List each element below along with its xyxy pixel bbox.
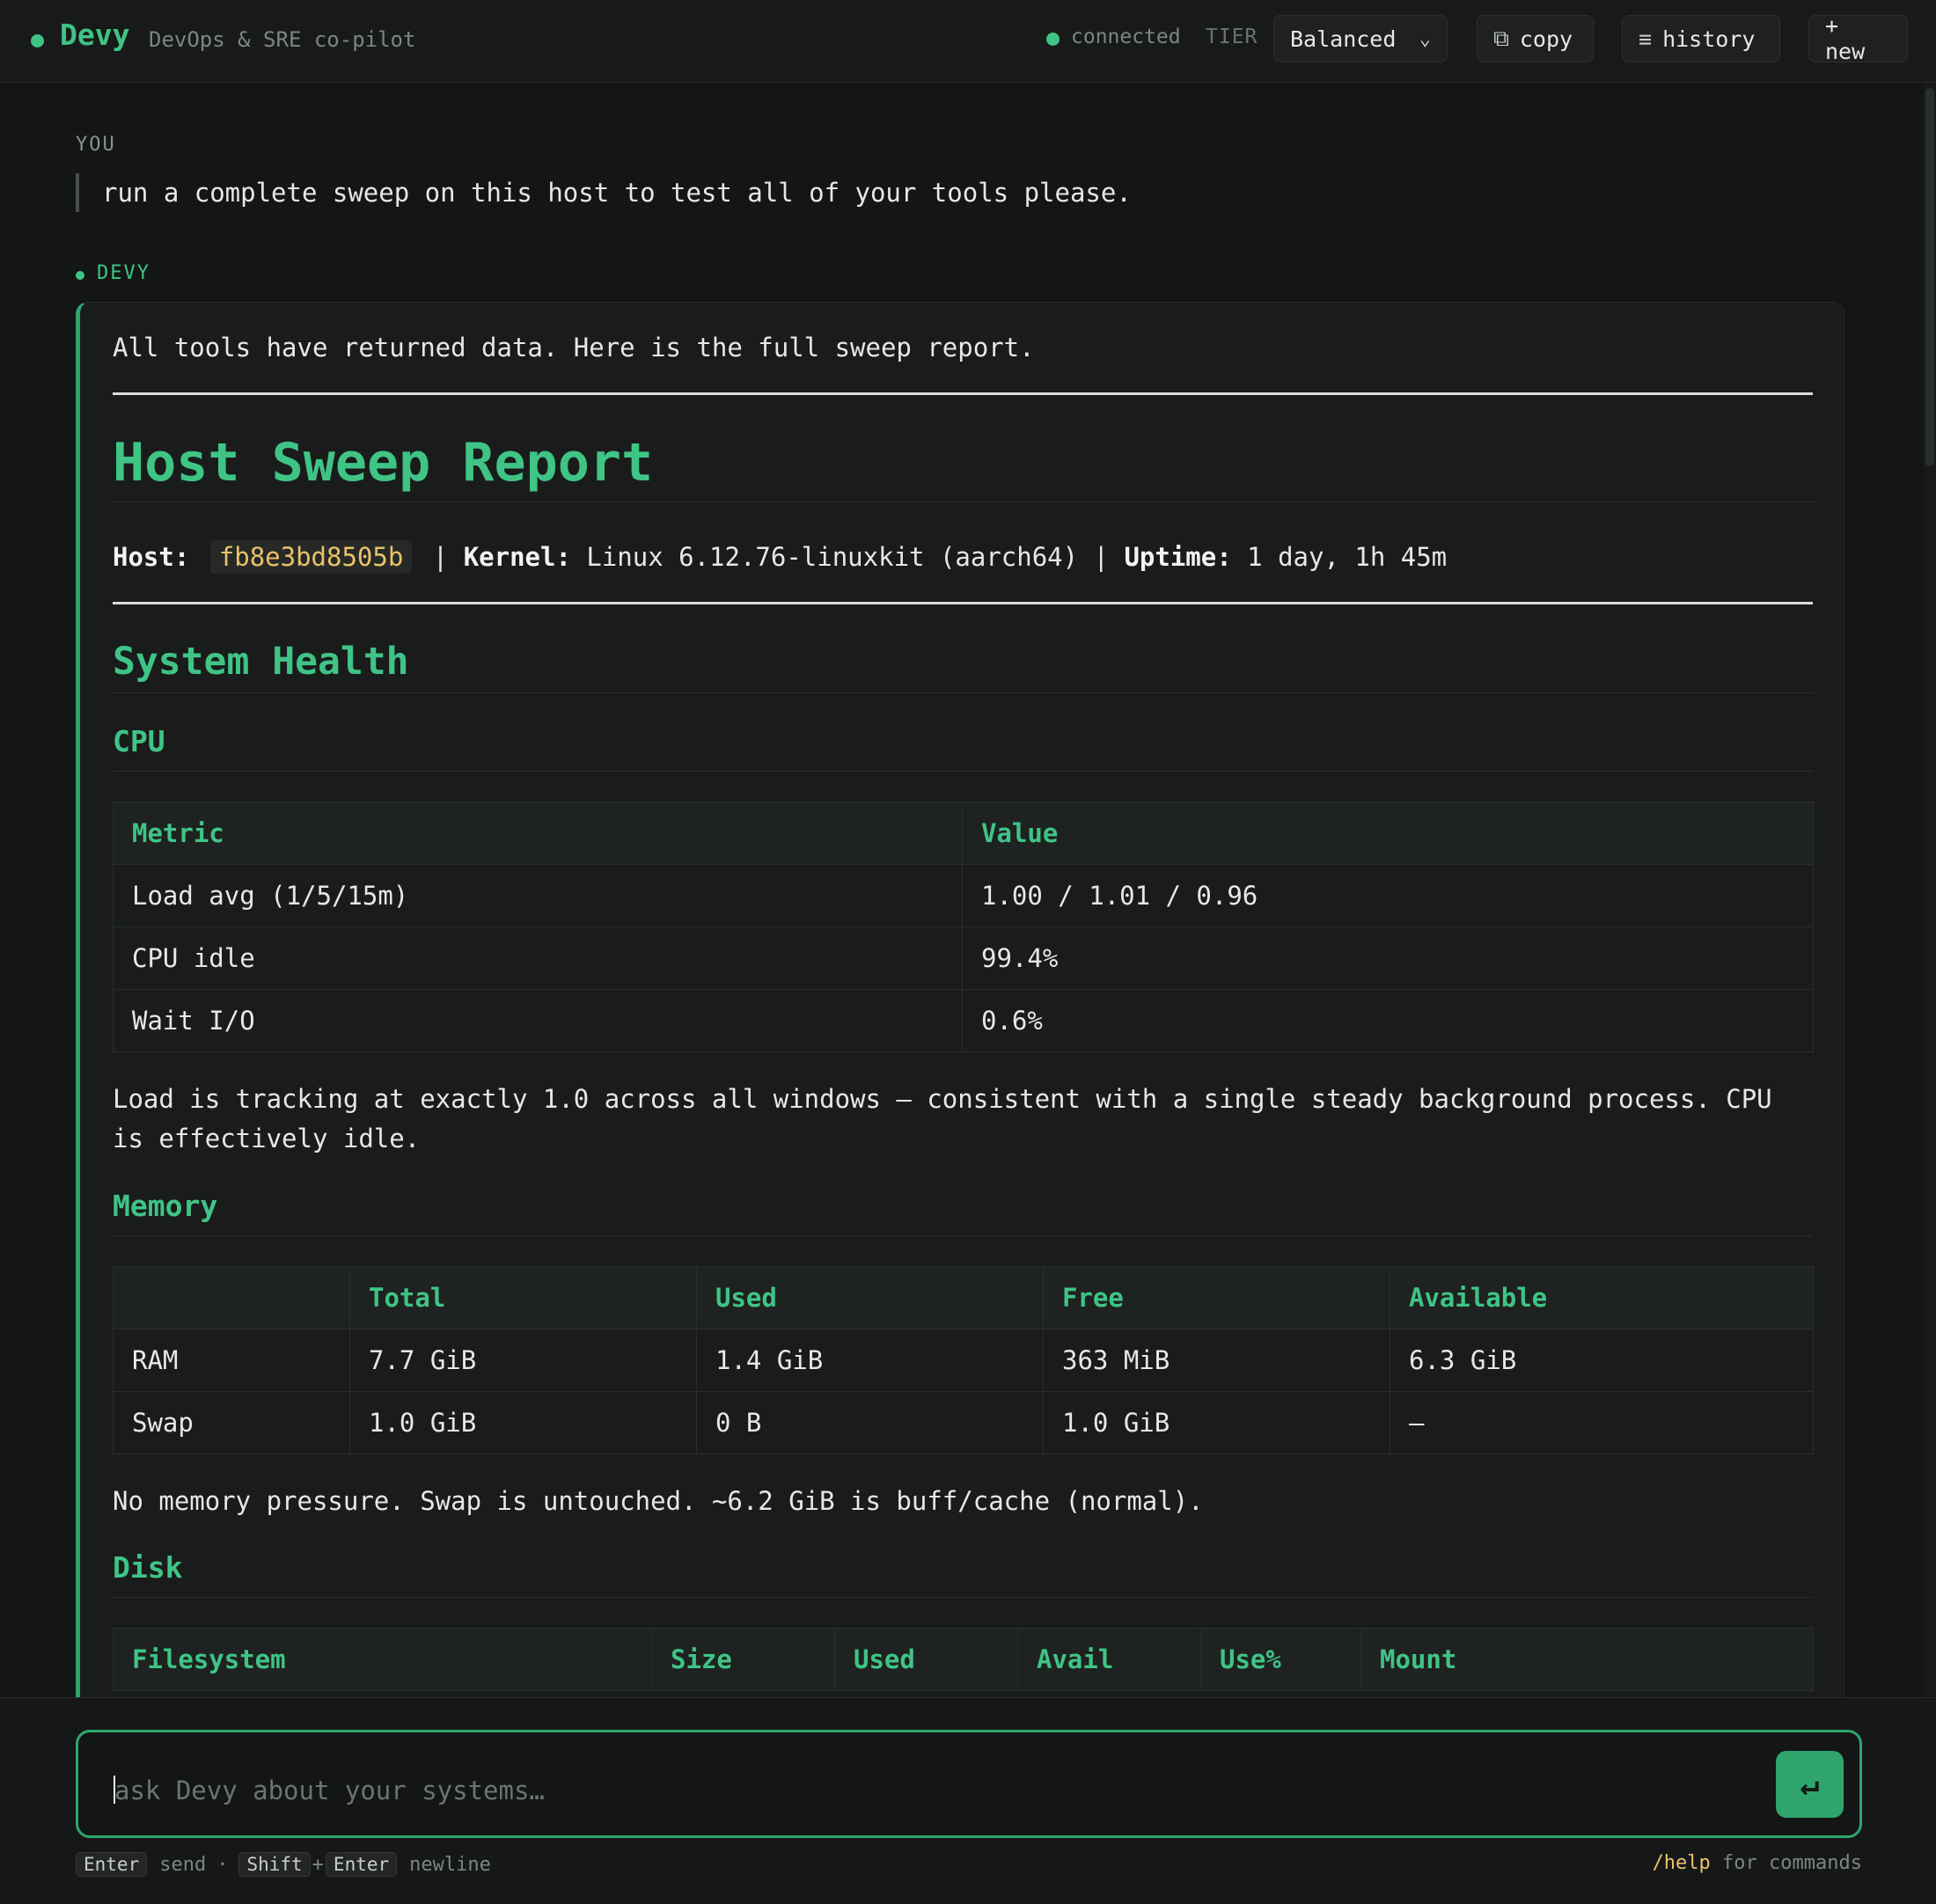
divider <box>113 392 1813 395</box>
table-header-cell: Available <box>1390 1266 1814 1329</box>
hint-newline: newline <box>409 1853 491 1876</box>
help-command[interactable]: /help <box>1653 1852 1711 1874</box>
table-cell: 1.0 GiB <box>1043 1391 1390 1454</box>
table-cell: 1.0 GiB <box>349 1391 697 1454</box>
table-cell: — <box>1390 1391 1814 1454</box>
report-title: Host Sweep Report <box>113 432 654 494</box>
table-row: Wait I/O 0.6% <box>113 989 1814 1052</box>
kernel-label: Kernel: <box>463 542 571 572</box>
uptime-value: 1 day, 1h 45m <box>1247 542 1448 572</box>
message-viewport: All tools have returned data. Here is th… <box>0 0 1936 1697</box>
table-header-cell: Avail <box>1017 1628 1201 1691</box>
heading-underline <box>113 771 1813 772</box>
cpu-note: Load is tracking at exactly 1.0 across a… <box>113 1084 1772 1153</box>
table-header-cell: Used <box>834 1628 1018 1691</box>
table-row: Swap 1.0 GiB 0 B 1.0 GiB — <box>113 1391 1814 1454</box>
table-header-cell: Mount <box>1360 1628 1814 1691</box>
table-cell: 99.4% <box>962 926 1814 990</box>
table-header-row: Total Used Free Available <box>113 1266 1814 1329</box>
disk-table: Filesystem Size Used Avail Use% Mount <box>113 1628 1814 1691</box>
help-hint: /help for commands <box>1653 1852 1862 1874</box>
meta-sep: | <box>432 542 464 572</box>
host-meta: Host: fb8e3bd8505b | Kernel: Linux 6.12.… <box>113 538 1813 575</box>
table-cell: 6.3 GiB <box>1390 1329 1814 1392</box>
table-cell: Swap <box>113 1391 350 1454</box>
table-header-row: Filesystem Size Used Avail Use% Mount <box>113 1628 1814 1691</box>
table-header-cell: Use% <box>1200 1628 1361 1691</box>
meta-sep: | <box>1093 542 1125 572</box>
table-cell: Wait I/O <box>113 989 963 1052</box>
table-header-cell: Free <box>1043 1266 1390 1329</box>
system-health-heading: System Health <box>113 640 409 684</box>
table-header-cell: Size <box>651 1628 835 1691</box>
table-cell: 1.4 GiB <box>696 1329 1044 1392</box>
table-cell: 363 MiB <box>1043 1329 1390 1392</box>
table-header-cell: Value <box>962 802 1814 865</box>
cpu-table: Metric Value Load avg (1/5/15m) 1.00 / 1… <box>113 802 1814 1052</box>
kbd-enter: Enter <box>325 1852 398 1877</box>
kernel-value: Linux 6.12.76-linuxkit (aarch64) <box>586 542 1079 572</box>
chat-input[interactable] <box>113 1765 1744 1816</box>
memory-table: Total Used Free Available RAM 7.7 GiB 1.… <box>113 1266 1814 1454</box>
table-row: Load avg (1/5/15m) 1.00 / 1.01 / 0.96 <box>113 864 1814 927</box>
disk-heading: Disk <box>113 1550 183 1585</box>
table-header-row: Metric Value <box>113 802 1814 865</box>
heading-underline <box>113 1597 1813 1598</box>
kbd-enter: Enter <box>76 1852 148 1877</box>
cpu-heading: CPU <box>113 724 165 758</box>
help-text: for commands <box>1722 1852 1862 1874</box>
memory-heading: Memory <box>113 1189 218 1223</box>
kbd-shift: Shift <box>238 1852 311 1877</box>
host-value: fb8e3bd8505b <box>209 540 413 574</box>
host-label: Host: <box>113 542 190 572</box>
table-cell: RAM <box>113 1329 350 1392</box>
table-header-cell: Metric <box>113 802 963 865</box>
keyboard-hints: Enter send · Shift + Enter newline <box>76 1852 491 1877</box>
table-cell: 0 B <box>696 1391 1044 1454</box>
table-header-cell <box>113 1266 350 1329</box>
table-header-cell: Filesystem <box>113 1628 652 1691</box>
heading-underline <box>113 1235 1813 1236</box>
table-cell: Load avg (1/5/15m) <box>113 864 963 927</box>
table-header-cell: Used <box>696 1266 1044 1329</box>
heading-underline <box>113 692 1813 693</box>
assistant-intro: All tools have returned data. Here is th… <box>113 333 1035 362</box>
table-header-cell: Total <box>349 1266 697 1329</box>
table-cell: 0.6% <box>962 989 1814 1052</box>
hint-send: send <box>159 1853 207 1876</box>
table-cell: 7.7 GiB <box>349 1329 697 1392</box>
divider <box>113 602 1813 604</box>
hint-plus: + <box>312 1853 324 1876</box>
memory-note: No memory pressure. Swap is untouched. ~… <box>113 1486 1204 1516</box>
table-row: CPU idle 99.4% <box>113 926 1814 990</box>
table-cell: CPU idle <box>113 926 963 990</box>
hint-dot: · <box>216 1853 229 1876</box>
uptime-label: Uptime: <box>1124 542 1232 572</box>
send-button[interactable]: ↵ <box>1776 1751 1844 1818</box>
table-cell: 1.00 / 1.01 / 0.96 <box>962 864 1814 927</box>
enter-icon: ↵ <box>1800 1766 1820 1803</box>
table-row: RAM 7.7 GiB 1.4 GiB 363 MiB 6.3 GiB <box>113 1329 1814 1392</box>
